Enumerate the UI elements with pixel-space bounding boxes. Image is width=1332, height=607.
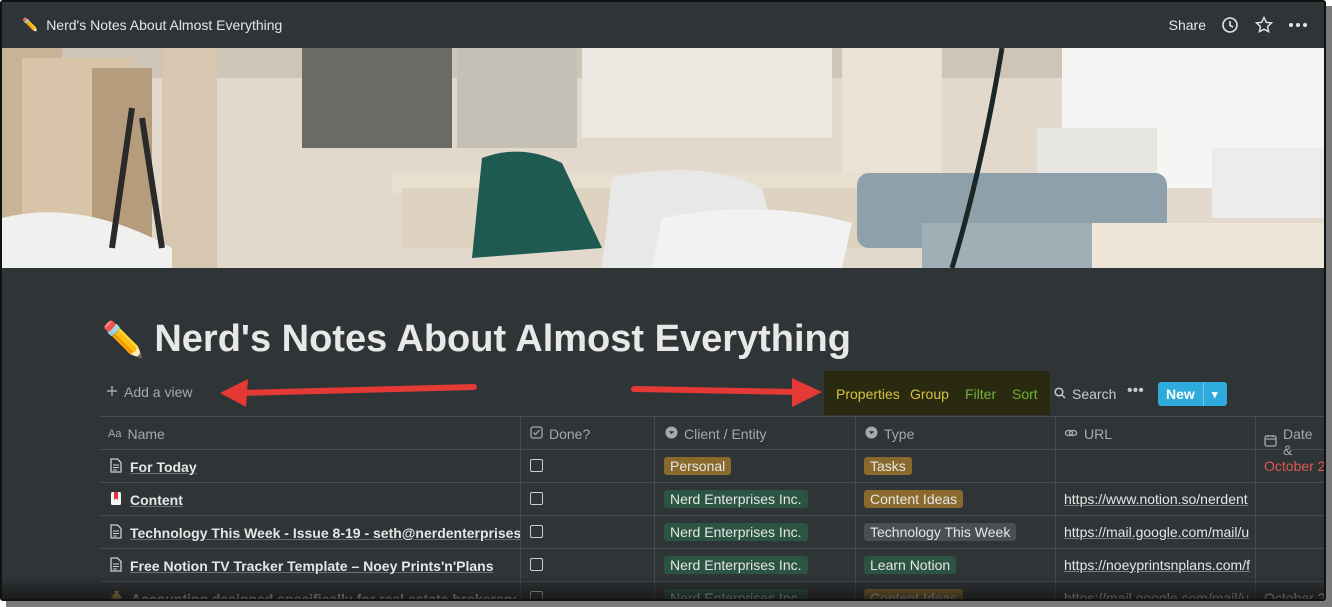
share-button[interactable]: Share [1169, 17, 1206, 33]
link-icon [1064, 426, 1078, 442]
add-view-label: Add a view [124, 384, 193, 400]
chevron-down-icon[interactable]: ▾ [1204, 388, 1226, 401]
page-title-text: Nerd's Notes About Almost Everything [154, 318, 851, 360]
table-row-name[interactable]: Free Notion TV Tracker Template – Noey P… [110, 557, 516, 575]
page-title[interactable]: ✏️ Nerd's Notes About Almost Everything [102, 318, 851, 361]
pencil-icon: ✏️ [22, 17, 39, 32]
client-tag[interactable]: Nerd Enterprises Inc. [664, 490, 808, 508]
client-tag[interactable]: Nerd Enterprises Inc. [664, 523, 808, 541]
table-row-name[interactable]: Technology This Week - Issue 8-19 - seth… [110, 524, 520, 542]
search-label: Search [1072, 386, 1117, 402]
breadcrumb-title: Nerd's Notes About Almost Everything [46, 17, 283, 33]
client-tag[interactable]: Nerd Enterprises Inc. [664, 556, 808, 574]
page-icon [110, 557, 122, 575]
properties-button[interactable]: Properties [836, 386, 900, 402]
done-checkbox[interactable] [530, 558, 543, 571]
column-header-client[interactable]: Client / Entity [665, 426, 766, 442]
sort-button[interactable]: Sort [1012, 386, 1038, 402]
client-tag[interactable]: Personal [664, 457, 732, 475]
filter-button[interactable]: Filter [965, 386, 996, 402]
new-button-label: New [1166, 386, 1195, 402]
left-arrow-annotation [220, 379, 477, 407]
type-tag[interactable]: Technology This Week [864, 523, 1017, 541]
column-header-done[interactable]: Done? [530, 426, 590, 442]
url-cell[interactable]: https://noeyprintsnplans.com/f [1064, 557, 1254, 573]
column-header-name[interactable]: Aa Name [108, 426, 165, 442]
checkbox-type-icon [530, 426, 543, 442]
column-header-type[interactable]: Type [865, 426, 914, 442]
done-checkbox[interactable] [530, 525, 543, 538]
select-type-icon [865, 426, 878, 442]
page-icon [110, 524, 122, 542]
url-cell[interactable]: https://mail.google.com/mail/u [1064, 590, 1254, 599]
money-bag-icon [110, 590, 123, 599]
done-checkbox[interactable] [530, 492, 543, 505]
clock-icon[interactable] [1220, 15, 1240, 35]
column-header-url[interactable]: URL [1064, 426, 1112, 442]
table-row-name[interactable]: For Today [110, 458, 516, 476]
more-options-icon[interactable]: ••• [1127, 382, 1144, 400]
search-button[interactable]: Search [1054, 386, 1116, 402]
url-cell[interactable]: https://www.notion.so/nerdent [1064, 491, 1254, 507]
notion-window: ✏️ Nerd's Notes About Almost Everything … [0, 0, 1326, 601]
type-tag[interactable]: Tasks [864, 457, 912, 475]
calendar-icon [1264, 434, 1277, 450]
type-tag[interactable]: Content Ideas [864, 589, 964, 599]
date-cell[interactable]: October 2 [1264, 590, 1324, 599]
more-horizontal-icon[interactable] [1288, 15, 1308, 35]
bookmark-icon [110, 491, 122, 509]
search-icon [1054, 386, 1066, 402]
done-checkbox[interactable] [530, 591, 543, 599]
client-tag[interactable]: Nerd Enterprises Inc. [664, 589, 808, 599]
add-view-button[interactable]: Add a view [106, 384, 192, 400]
group-button[interactable]: Group [910, 386, 949, 402]
url-cell[interactable]: https://mail.google.com/mail/u [1064, 524, 1254, 540]
star-icon[interactable] [1254, 15, 1274, 35]
breadcrumb[interactable]: ✏️ Nerd's Notes About Almost Everything [22, 17, 282, 33]
date-cell[interactable]: October 2 [1264, 458, 1324, 474]
top-bar: ✏️ Nerd's Notes About Almost Everything … [2, 2, 1324, 48]
column-header-date[interactable]: Date & [1264, 426, 1324, 458]
cover-image [2, 48, 1324, 268]
type-tag[interactable]: Learn Notion [864, 556, 957, 574]
right-arrow-annotation [631, 378, 822, 407]
type-tag[interactable]: Content Ideas [864, 490, 964, 508]
new-button[interactable]: New ▾ [1158, 382, 1227, 406]
done-checkbox[interactable] [530, 459, 543, 472]
plus-icon [106, 384, 118, 400]
page-icon [110, 458, 122, 476]
text-type-icon: Aa [108, 428, 122, 440]
table-row-name[interactable]: Accounting designed specifically for rea… [110, 590, 516, 599]
table-row-name[interactable]: Content [110, 491, 516, 509]
pencil-icon: ✏️ [102, 320, 145, 359]
select-type-icon [665, 426, 678, 442]
